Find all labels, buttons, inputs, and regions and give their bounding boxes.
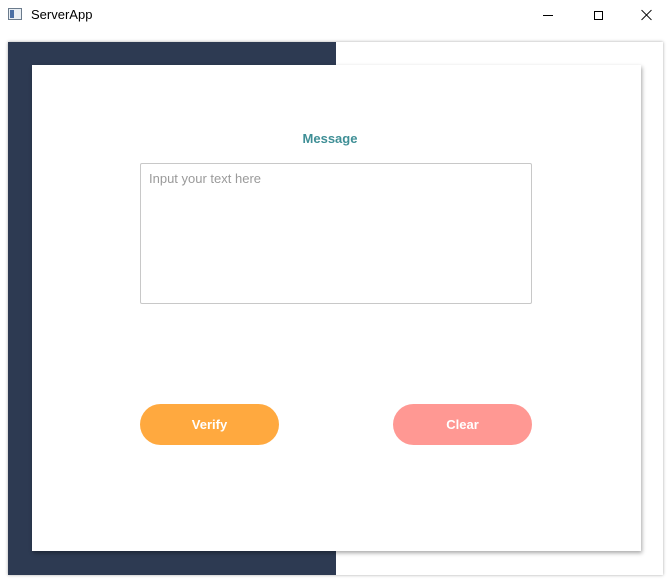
close-icon <box>641 9 653 21</box>
message-input[interactable] <box>140 163 532 304</box>
message-card: Message Verify Clear <box>32 65 641 551</box>
minimize-icon <box>543 14 553 16</box>
title-bar[interactable]: ServerApp <box>0 0 670 30</box>
app-window: ServerApp Message Verify Clear <box>0 0 670 581</box>
client-area: Message Verify Clear <box>8 42 663 575</box>
message-label: Message <box>302 131 358 146</box>
clear-button[interactable]: Clear <box>393 404 532 445</box>
minimize-button[interactable] <box>525 0 571 30</box>
maximize-icon <box>593 10 603 20</box>
verify-button[interactable]: Verify <box>140 404 279 445</box>
window-title: ServerApp <box>31 7 93 22</box>
app-window-icon <box>8 8 22 20</box>
close-button[interactable] <box>624 0 670 30</box>
maximize-button[interactable] <box>575 0 621 30</box>
